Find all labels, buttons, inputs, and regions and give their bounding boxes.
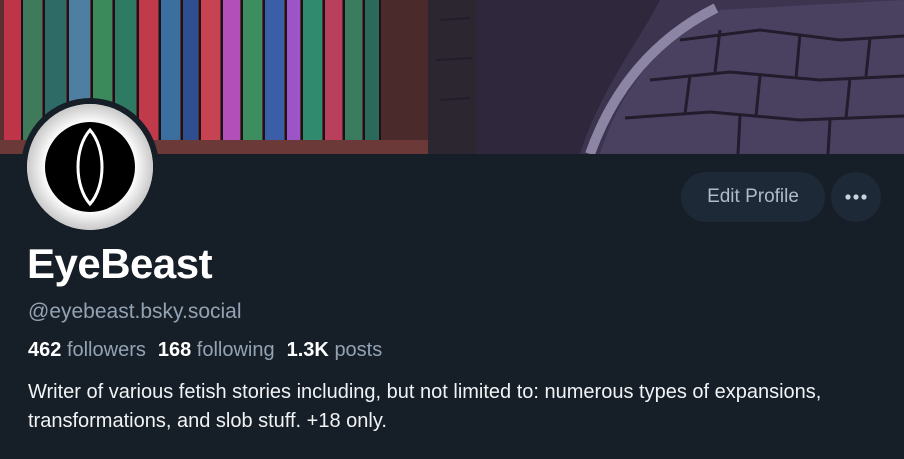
following-count: 168 bbox=[157, 339, 192, 361]
followers-link[interactable]: 462 followers bbox=[28, 339, 158, 361]
profile-stats: 462 followers 168 following 1.3K posts bbox=[28, 336, 394, 364]
display-name: EyeBeast bbox=[27, 240, 213, 287]
following-link[interactable]: 168 following bbox=[158, 339, 287, 361]
avatar-image bbox=[27, 104, 153, 230]
profile-handle: @eyebeast.bsky.social bbox=[28, 300, 242, 323]
followers-label: followers bbox=[66, 339, 146, 361]
eye-icon bbox=[27, 104, 153, 230]
ellipsis-icon bbox=[845, 194, 867, 200]
posts-count: 1.3K bbox=[286, 339, 329, 361]
profile-bio: Writer of various fetish stories includi… bbox=[28, 381, 822, 432]
more-options-button[interactable] bbox=[831, 172, 881, 222]
following-label: following bbox=[196, 339, 275, 361]
posts-stat: 1.3K posts bbox=[287, 339, 395, 361]
edit-profile-button[interactable]: Edit Profile bbox=[681, 172, 825, 222]
followers-count: 462 bbox=[28, 339, 62, 361]
avatar[interactable] bbox=[21, 98, 159, 236]
posts-label: posts bbox=[334, 339, 383, 361]
